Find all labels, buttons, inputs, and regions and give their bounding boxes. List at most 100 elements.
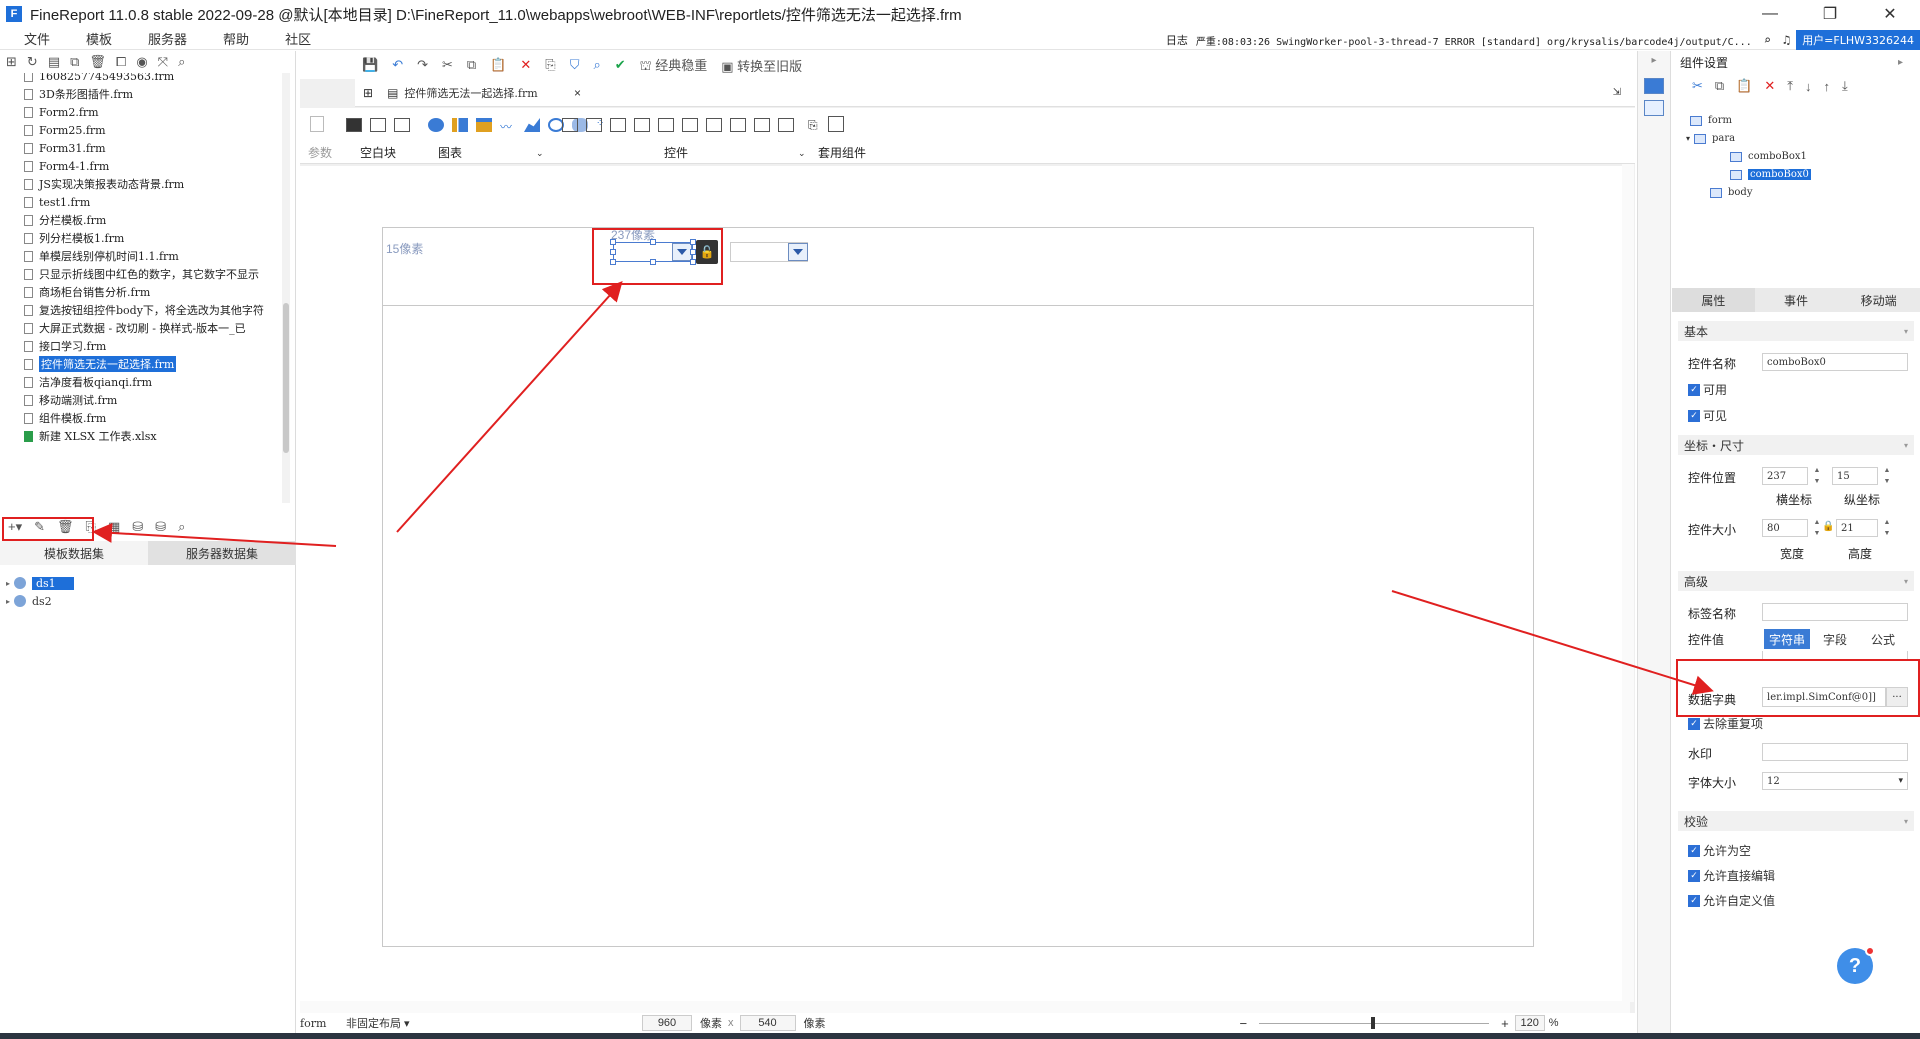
stack-chart-icon[interactable] <box>476 118 492 132</box>
canvas-horizontal-scrollbar[interactable] <box>300 1001 1630 1013</box>
value-type-field[interactable]: 字段 <box>1812 629 1858 649</box>
preview-icon[interactable]: ⎘ <box>545 57 555 73</box>
file-item[interactable]: 组件模板.frm <box>0 409 282 427</box>
file-item[interactable]: Form2.frm <box>0 103 282 121</box>
dataset-item-ds1[interactable]: ▸ ds1 <box>0 574 74 592</box>
menu-help[interactable]: 帮助 <box>223 29 249 48</box>
cut-icon[interactable]: ✂ <box>442 57 453 73</box>
copy-icon[interactable]: ⧉ <box>1715 78 1724 94</box>
tab-mobile[interactable]: 移动端 <box>1837 288 1920 312</box>
file-item[interactable]: 3D条形图插件.frm <box>0 85 282 103</box>
save-icon[interactable]: 💾 <box>362 57 378 73</box>
label-widget-icon[interactable] <box>562 118 578 132</box>
enabled-checkbox[interactable]: ✓ 可用 <box>1688 381 1727 398</box>
layout-select[interactable]: 非固定布局 ▾ <box>346 1015 426 1031</box>
help-button[interactable]: ? <box>1837 946 1875 984</box>
component-settings-icon[interactable] <box>1644 78 1664 94</box>
tab-template-datasets[interactable]: 模板数据集 <box>0 541 148 565</box>
open-icon[interactable]: ▤ <box>48 54 60 70</box>
zoom-in-icon[interactable]: + <box>1501 1016 1509 1031</box>
search-icon[interactable]: ⌕ <box>178 54 185 70</box>
move-up-icon[interactable]: ↑ <box>1824 79 1831 94</box>
dataset-item-ds2[interactable]: ▸ ds2 <box>0 592 52 610</box>
blank-icon[interactable] <box>346 118 362 132</box>
dedup-checkbox[interactable]: ✓ 去除重复项 <box>1688 715 1763 732</box>
file-item[interactable]: test1.frm <box>0 193 282 211</box>
value-type-formula[interactable]: 公式 <box>1860 629 1906 649</box>
tree-node-combobox1[interactable]: comboBox1 <box>1730 151 1807 162</box>
area-chart-icon[interactable] <box>524 118 540 132</box>
allow-custom-checkbox[interactable]: ✓ 允许自定义值 <box>1688 892 1775 909</box>
copy-icon[interactable]: ⧠ <box>116 54 126 70</box>
password-widget-icon[interactable] <box>706 118 722 132</box>
search-icon[interactable]: ⌕ <box>178 519 185 535</box>
locate-icon[interactable]: ◉ <box>136 54 147 70</box>
y-spinner[interactable]: ▲ ▼ <box>1882 467 1892 485</box>
textbox-widget-icon[interactable] <box>586 118 602 132</box>
grid-icon[interactable] <box>370 118 386 132</box>
zoom-slider[interactable] <box>1259 1016 1490 1029</box>
file-item[interactable]: 接口学习.frm <box>0 337 282 355</box>
delete-icon[interactable]: 🗑 <box>89 54 106 70</box>
new-folder-icon[interactable]: ⊞ <box>6 54 17 70</box>
font-size-select[interactable]: 12 ▾ <box>1762 772 1908 790</box>
section-validation[interactable]: 校验 ▾ <box>1678 811 1914 831</box>
file-item[interactable]: 1608257745493563.frm <box>0 73 282 85</box>
checkbox-widget-icon[interactable] <box>754 118 770 132</box>
file-tree-scrollbar[interactable] <box>282 73 290 503</box>
widget-name-input[interactable]: comboBox0 <box>1762 353 1908 371</box>
menu-template[interactable]: 模板 <box>86 29 112 48</box>
allow-edit-checkbox[interactable]: ✓ 允许直接编辑 <box>1688 867 1775 884</box>
value-type-string[interactable]: 字符串 <box>1764 629 1810 649</box>
delete-icon[interactable]: ✕ <box>520 57 531 73</box>
filter-icon[interactable]: ⛉ <box>570 57 580 73</box>
visible-checkbox[interactable]: ✓ 可见 <box>1688 407 1727 424</box>
apply-component-icon[interactable] <box>828 116 844 132</box>
tab-server-datasets[interactable]: 服务器数据集 <box>148 541 296 565</box>
minimize-button[interactable]: — <box>1740 0 1800 28</box>
tree-node-combobox0[interactable]: comboBox0 <box>1730 169 1811 180</box>
width-input[interactable]: 80 <box>1762 519 1808 537</box>
design-canvas[interactable]: 15像素 237像素 🔓 <box>300 166 1630 1001</box>
menu-server[interactable]: 服务器 <box>148 29 187 48</box>
width-spinner[interactable]: ▲ ▼ <box>1812 519 1822 537</box>
combo-widget-icon[interactable] <box>634 118 650 132</box>
sql-icon[interactable]: ▦ <box>108 519 120 535</box>
tree-node-para[interactable]: ▾ para <box>1686 133 1735 144</box>
database-icon[interactable]: ⛁ <box>132 519 143 535</box>
file-item[interactable]: Form4-1.frm <box>0 157 282 175</box>
tree-node-form[interactable]: form <box>1690 115 1732 126</box>
tab-properties[interactable]: 属性 <box>1672 288 1755 312</box>
line-chart-icon[interactable]: 〰 <box>500 118 516 134</box>
file-item[interactable]: 复选按钮组控件body下，将全选改为其他字符 <box>0 301 282 319</box>
section-advanced[interactable]: 高级 ▾ <box>1678 571 1914 591</box>
file-item[interactable]: Form25.frm <box>0 121 282 139</box>
number-widget-icon[interactable] <box>682 118 698 132</box>
tag-name-input[interactable] <box>1762 603 1908 621</box>
menu-community[interactable]: 社区 <box>285 29 311 48</box>
export-icon[interactable]: ⧉ <box>70 54 79 70</box>
copy-icon[interactable]: ⧉ <box>467 57 476 73</box>
component-library-icon[interactable] <box>1644 100 1664 116</box>
x-spinner[interactable]: ▲ ▼ <box>1812 467 1822 485</box>
move-down-icon[interactable]: ↓ <box>1805 79 1812 94</box>
widget-expand-icon[interactable]: ⌄ <box>798 148 806 159</box>
body-pane[interactable] <box>383 308 1533 946</box>
parameter-pane[interactable]: 15像素 237像素 🔓 <box>383 228 1533 306</box>
canvas-width-input[interactable]: 960 <box>642 1015 692 1031</box>
tree-node-body[interactable]: body <box>1710 187 1752 198</box>
paste-icon[interactable]: 📋 <box>1736 78 1752 94</box>
check-icon[interactable]: ⌕ <box>593 57 600 73</box>
canvas-height-input[interactable]: 540 <box>739 1015 796 1031</box>
document-tab[interactable]: ▤ 控件筛选无法一起选择.frm × <box>379 80 589 106</box>
cut-icon[interactable]: ✂ <box>1692 78 1703 94</box>
file-item[interactable]: 只显示折线图中红色的数字，其它数字不显示 <box>0 265 282 283</box>
bell-icon[interactable]: ♫ <box>1783 33 1790 47</box>
move-top-icon[interactable]: ⤒ <box>1787 78 1793 94</box>
file-item[interactable]: Form31.frm <box>0 139 282 157</box>
file-item[interactable]: 控件筛选无法一起选择.frm <box>0 355 282 373</box>
file-item[interactable]: 洁净度看板qianqi.frm <box>0 373 282 391</box>
file-item[interactable]: 移动端测试.frm <box>0 391 282 409</box>
lock-ratio-icon[interactable]: 🔒 <box>1822 521 1834 532</box>
button-widget-icon[interactable] <box>610 118 626 132</box>
